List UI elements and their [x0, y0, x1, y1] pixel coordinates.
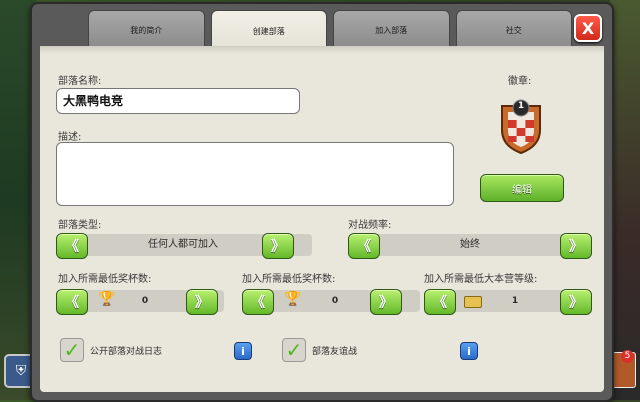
war-frequency-prev-button[interactable]: 《: [348, 233, 380, 259]
war-frequency-next-button[interactable]: 》: [560, 233, 592, 259]
clan-type-next-button[interactable]: 》: [262, 233, 294, 259]
notification-count: 5: [621, 350, 634, 363]
badge-level: 1: [517, 101, 525, 111]
min-builder-trophies-label: 加入所需最低奖杯数:: [242, 274, 336, 285]
trophy-icon: 🏆: [284, 291, 302, 307]
clan-type-prev-button[interactable]: 《: [56, 233, 88, 259]
background-right: [610, 0, 640, 400]
min-townhall-next-button[interactable]: 》: [560, 289, 592, 315]
min-trophies-value: 0: [141, 296, 149, 306]
public-war-log-checkbox[interactable]: ✓: [60, 338, 84, 362]
min-builder-trophies-next-button[interactable]: 》: [370, 289, 402, 315]
clan-badge-icon[interactable]: 1: [498, 98, 544, 155]
war-frequency-label: 对战频率:: [348, 220, 392, 231]
public-war-log-label: 公开部落对战日志: [90, 347, 163, 357]
min-townhall-label: 加入所需最低大本营等级:: [424, 274, 538, 285]
tab-social[interactable]: 社交: [455, 10, 572, 50]
min-trophies-prev-button[interactable]: 《: [56, 289, 88, 315]
clan-window: 我的简介 创建部落 加入部落 社交 X 部落名称: 大黑鸭电竞 描述: 徽章: …: [30, 2, 614, 402]
friendly-war-label: 部落友谊战: [312, 347, 358, 357]
edit-badge-button[interactable]: 编辑: [480, 174, 564, 202]
trophy-icon: 🏆: [98, 291, 116, 307]
min-trophies-label: 加入所需最低奖杯数:: [58, 274, 152, 285]
min-builder-trophies-value: 0: [331, 296, 339, 306]
badge-label: 徽章:: [508, 76, 532, 87]
clan-type-value: 任何人都可加入: [148, 239, 218, 250]
close-button[interactable]: X: [574, 14, 602, 42]
check-icon: ✓: [63, 338, 81, 362]
clan-name-label: 部落名称:: [58, 76, 102, 87]
min-builder-trophies-prev-button[interactable]: 《: [242, 289, 274, 315]
tab-join-clan[interactable]: 加入部落: [333, 10, 450, 50]
tab-my-profile[interactable]: 我的简介: [88, 10, 205, 50]
min-townhall-value: 1: [511, 296, 519, 306]
townhall-icon: [464, 296, 482, 308]
description-input[interactable]: [56, 142, 454, 206]
tab-bar: 我的简介 创建部落 加入部落 社交: [88, 10, 572, 52]
check-icon: ✓: [285, 338, 303, 362]
min-townhall-prev-button[interactable]: 《: [424, 289, 456, 315]
public-war-log-info-icon[interactable]: i: [234, 342, 252, 360]
friendly-war-info-icon[interactable]: i: [460, 342, 478, 360]
create-clan-panel: 部落名称: 大黑鸭电竞 描述: 徽章: 1 编辑 部落类型: 《 任何人都可加入…: [40, 46, 604, 392]
min-trophies-next-button[interactable]: 》: [186, 289, 218, 315]
description-label: 描述:: [58, 132, 82, 143]
war-frequency-value: 始终: [460, 239, 480, 250]
clan-name-input[interactable]: 大黑鸭电竞: [56, 88, 300, 114]
friendly-war-checkbox[interactable]: ✓: [282, 338, 306, 362]
clan-type-label: 部落类型:: [58, 220, 102, 231]
